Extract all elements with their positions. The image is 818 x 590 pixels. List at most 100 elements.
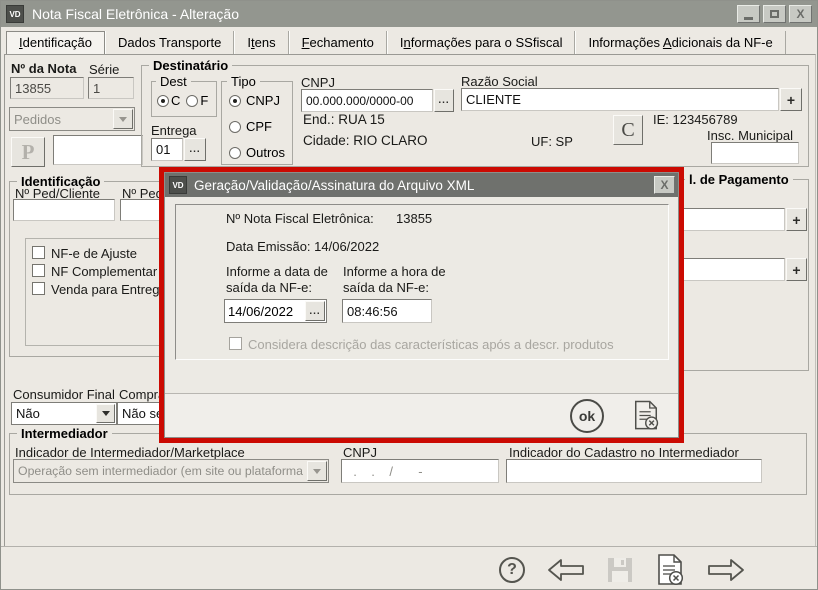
next-arrow-icon[interactable] [707,557,745,583]
dialog-emissao-text: Data Emissão: 14/06/2022 [226,239,379,254]
hora-saida-field[interactable] [342,299,432,323]
consumidor-final-label: Consumidor Final [13,387,115,402]
tipo-cpf-radio[interactable] [229,121,241,133]
xml-generation-dialog: VD Geração/Validação/Assinatura do Arqui… [159,167,684,443]
tipo-cnpj-radio[interactable] [229,95,241,107]
window-titlebar: VD Nota Fiscal Eletrônica - Alteração X [1,1,817,27]
considera-descricao-label: Considera descrição das características … [248,337,614,352]
intermediador-cnpj-field[interactable] [341,459,499,483]
tipo-outros-label: Outros [246,145,285,160]
ped-cliente-field[interactable] [13,199,115,221]
entrega-browse-button[interactable]: ... [184,138,206,161]
considera-descricao-checkbox[interactable] [229,337,242,350]
entrega-field[interactable] [151,138,183,161]
cnpj-label: CNPJ [301,75,335,90]
app-icon: VD [6,5,24,23]
cnpj-field[interactable] [301,89,433,112]
cnpj-browse-button[interactable]: ... [434,89,454,112]
insc-municipal-field[interactable] [711,142,799,164]
endereco-text: End.: RUA 15 [303,112,385,127]
dialog-app-icon: VD [169,176,187,194]
cidade-text: Cidade: RIO CLARO [303,133,428,148]
pagamento-add-button-2[interactable]: + [786,258,807,281]
tab-informacoes-ssfiscal[interactable]: Informações para o SSfiscal [387,31,576,55]
nf-complementar-label: NF Complementar [51,264,157,279]
tab-dados-transporte[interactable]: Dados Transporte [105,31,234,55]
dest-c-radio[interactable] [157,95,169,107]
tipo-cpf-label: CPF [246,119,272,134]
consumidor-final-value: Não [12,406,96,421]
uf-text: UF: SP [531,134,573,149]
cadastro-intermediador-label: Indicador do Cadastro no Intermediador [509,445,739,460]
destinatario-title: Destinatário [149,58,232,73]
cancel-document-icon[interactable] [655,554,685,586]
close-button[interactable]: X [789,5,812,23]
dialog-close-button[interactable]: X [654,176,675,194]
nota-label: Nº da Nota [11,61,76,76]
entrega-label: Entrega [151,123,197,138]
razao-social-label: Razão Social [461,74,538,89]
ok-button[interactable]: ok [570,399,604,433]
cadastro-intermediador-field[interactable] [506,459,762,483]
indicador-intermediador-label: Indicador de Intermediador/Marketplace [15,445,245,460]
tab-fechamento[interactable]: Fechamento [289,31,387,55]
dialog-body: Nº Nota Fiscal Eletrônica: 13855 Data Em… [165,197,678,437]
previous-arrow-icon[interactable] [547,557,585,583]
minimize-icon [744,17,753,20]
insc-municipal-label: Insc. Municipal [707,128,793,143]
dialog-frame: VD Geração/Validação/Assinatura do Arqui… [164,172,679,438]
tab-informacoes-adicionais[interactable]: Informações Adicionais da NF-e [575,31,785,55]
tab-itens[interactable]: Itens [234,31,288,55]
tipo-outros-radio[interactable] [229,147,241,159]
consumidor-dropdown-button[interactable] [96,404,115,423]
dialog-hora-saida-label-1: Informe a hora de [343,264,446,279]
p-button[interactable]: P [11,137,45,167]
minimize-button[interactable] [737,5,760,23]
dest-f-label: F [200,93,208,108]
bottom-toolbar: ? [1,546,817,589]
dialog-nota-value: 13855 [396,211,432,226]
nfe-ajuste-checkbox[interactable] [32,246,45,259]
dest-c-label: C [171,93,180,108]
intermediador-cnpj-label: CNPJ [343,445,377,460]
pagamento-add-button-1[interactable]: + [786,208,807,231]
razao-social-add-button[interactable]: + [780,88,802,111]
indicador-dropdown-button[interactable] [307,461,327,481]
nfe-window: VD Nota Fiscal Eletrônica - Alteração X … [0,0,818,590]
maximize-icon [770,10,779,18]
data-saida-field-wrap: ... [224,299,327,323]
chevron-down-icon [102,411,110,416]
chevron-down-icon [119,117,127,122]
tab-bar: Identificação Dados Transporte Itens Fec… [6,29,786,55]
data-saida-browse-button[interactable]: ... [305,301,325,321]
tab-identificacao[interactable]: Identificação [6,31,105,55]
tipo-subtitle: Tipo [227,74,260,89]
dialog-title: Geração/Validação/Assinatura do Arquivo … [194,178,474,193]
c-button[interactable]: C [613,115,643,145]
dest-subtitle: Dest [156,74,191,89]
serie-field[interactable] [88,77,134,99]
save-icon[interactable] [607,557,633,583]
help-icon[interactable]: ? [499,557,525,583]
nota-field[interactable] [10,77,84,99]
dialog-nota-label: Nº Nota Fiscal Eletrônica: [226,211,374,226]
consumidor-final-select[interactable]: Não [11,402,117,425]
pedidos-select[interactable]: Pedidos [9,107,135,131]
p-code-field[interactable] [53,135,143,165]
venda-entrega-futura-checkbox[interactable] [32,282,45,295]
dest-f-radio[interactable] [186,95,198,107]
razao-social-field[interactable] [461,88,779,111]
indicador-intermediador-select[interactable]: Operação sem intermediador (em site ou p… [13,459,329,483]
dialog-titlebar: VD Geração/Validação/Assinatura do Arqui… [165,173,678,197]
serie-label: Série [89,62,119,77]
dialog-data-saida-label-1: Informe a data de [226,264,328,279]
intermediador-title: Intermediador [17,426,112,441]
dialog-cancel-document-icon[interactable] [632,400,660,431]
pedidos-dropdown-button[interactable] [113,109,133,129]
nf-complementar-checkbox[interactable] [32,264,45,277]
maximize-button[interactable] [763,5,786,23]
dialog-data-saida-label-2: saída da NF-e: [226,280,312,295]
pedidos-value: Pedidos [10,112,113,127]
dialog-hora-saida-label-2: saída da NF-e: [343,280,429,295]
data-saida-field[interactable] [225,303,305,320]
